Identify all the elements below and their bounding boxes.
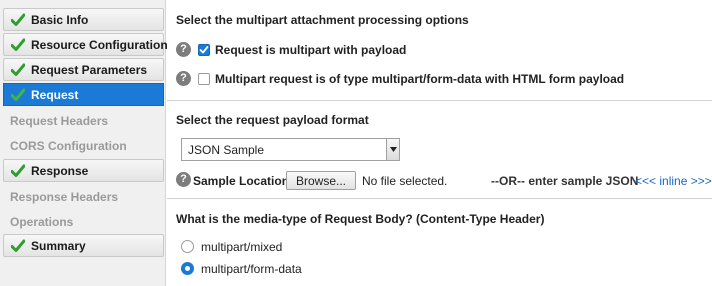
multipart-form-data-html-checkbox[interactable]	[198, 73, 210, 85]
multipart-with-payload-checkbox[interactable]	[198, 44, 210, 56]
checkmark-icon	[11, 13, 25, 26]
sidebar-item-label: Basic Info	[31, 12, 89, 27]
help-icon[interactable]: ?	[176, 42, 191, 57]
section-divider	[167, 198, 712, 199]
checkmark-icon	[11, 239, 25, 252]
sidebar-item-label: Request	[31, 87, 79, 102]
payload-format-heading: Select the request payload format	[176, 113, 369, 127]
sidebar-item-response-headers: Response Headers	[3, 185, 164, 208]
checkbox-check-icon	[199, 46, 209, 54]
checkmark-icon	[11, 63, 25, 76]
section-divider	[167, 100, 712, 101]
browse-button[interactable]: Browse...	[286, 171, 356, 190]
sidebar-item-request-headers: Request Headers	[3, 109, 164, 132]
media-type-heading: What is the media-type of Request Body? …	[176, 212, 545, 226]
sidebar-item-label: Response Headers	[10, 189, 119, 204]
sidebar-item-label: Request Headers	[10, 113, 109, 128]
checkmark-icon	[11, 38, 25, 51]
radio-multipart-form-data-label: multipart/form-data	[201, 262, 302, 276]
sidebar-item-operations: Operations	[3, 210, 164, 233]
multipart-form-data-html-label: Multipart request is of type multipart/f…	[215, 72, 625, 86]
payload-format-value: JSON Sample	[188, 142, 265, 157]
radio-multipart-mixed[interactable]	[181, 240, 194, 253]
sidebar-item-label: Response	[31, 163, 89, 178]
inline-json-link[interactable]: <<< inline >>>	[635, 174, 712, 188]
checkmark-icon	[11, 164, 25, 177]
help-icon[interactable]: ?	[176, 172, 191, 187]
sidebar-item-response[interactable]: Response	[3, 159, 164, 182]
sidebar-item-resource-configuration[interactable]: Resource Configuration	[3, 33, 168, 56]
sidebar-item-request[interactable]: Request	[3, 83, 164, 106]
file-status-text: No file selected.	[362, 174, 448, 188]
radio-multipart-mixed-label: multipart/mixed	[201, 240, 283, 254]
sidebar-item-label: Request Parameters	[31, 62, 148, 77]
radio-multipart-form-data[interactable]	[181, 262, 194, 275]
wizard-sidebar: Basic Info Resource Configuration Reques…	[0, 0, 168, 286]
request-config-panel: Select the multipart attachment processi…	[167, 0, 712, 286]
sidebar-item-label: Summary	[31, 238, 86, 253]
sidebar-item-label: Operations	[10, 214, 74, 229]
sidebar-item-label: Resource Configuration	[31, 37, 168, 52]
help-icon[interactable]: ?	[176, 71, 191, 86]
sidebar-item-label: CORS Configuration	[10, 138, 127, 153]
sidebar-item-basic-info[interactable]: Basic Info	[3, 8, 164, 31]
sidebar-item-summary[interactable]: Summary	[3, 234, 164, 257]
sidebar-item-cors-configuration: CORS Configuration	[3, 134, 164, 157]
checkmark-icon	[11, 88, 25, 101]
or-enter-sample-json-text: --OR-- enter sample JSON	[491, 174, 639, 188]
sample-location-label: Sample Location	[193, 174, 290, 188]
multipart-options-heading: Select the multipart attachment processi…	[176, 13, 469, 27]
sidebar-item-request-parameters[interactable]: Request Parameters	[3, 58, 164, 81]
chevron-down-icon[interactable]	[386, 139, 399, 160]
multipart-with-payload-label: Request is multipart with payload	[215, 43, 407, 57]
payload-format-select[interactable]: JSON Sample	[181, 138, 400, 161]
